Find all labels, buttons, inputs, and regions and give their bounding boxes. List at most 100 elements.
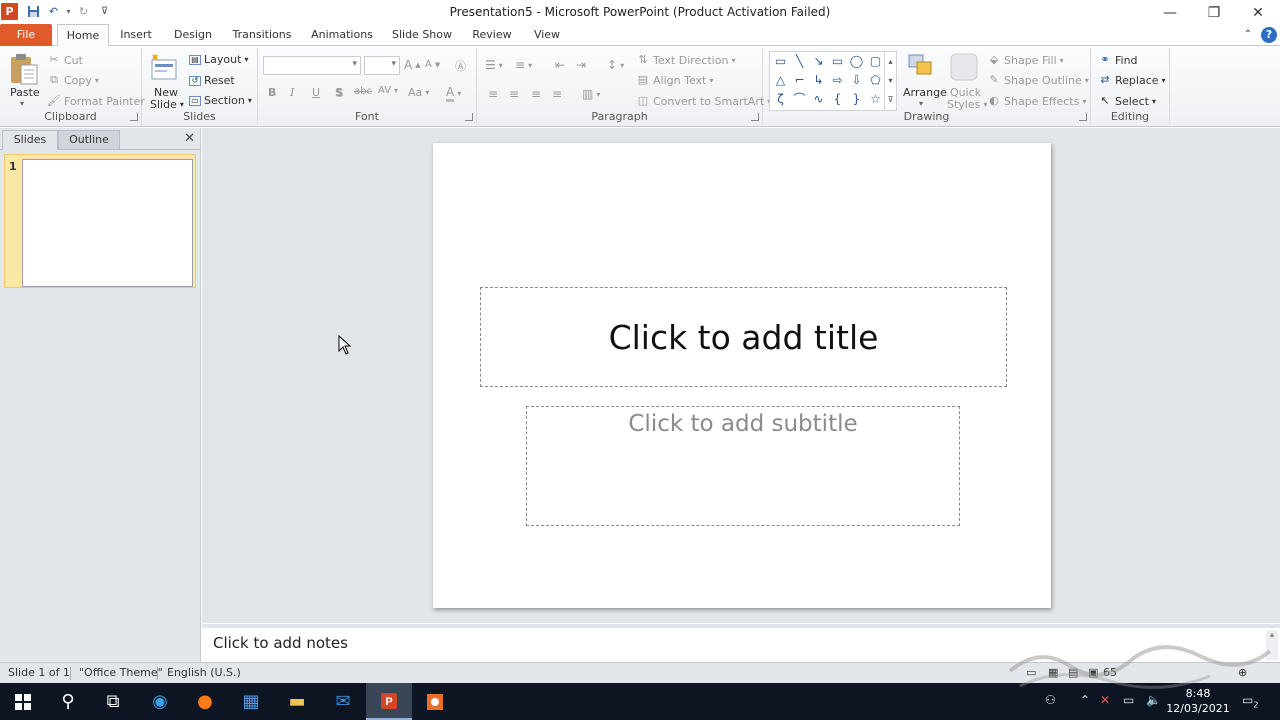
tab-view[interactable]: View (526, 24, 568, 46)
align-text-button[interactable]: ▤ Align Text ▾ (636, 73, 714, 87)
text-direction-button[interactable]: ⇅ Text Direction ▾ (636, 53, 735, 67)
tab-slides-pane[interactable]: Slides (2, 130, 58, 150)
slide-canvas[interactable]: Click to add title Click to add subtitle (433, 143, 1051, 608)
font-name-combo[interactable] (263, 56, 361, 75)
language-status[interactable]: English (U.S.) (167, 666, 241, 679)
tab-slide-show[interactable]: Slide Show (387, 24, 457, 46)
close-button[interactable]: ✕ (1236, 0, 1280, 26)
section-button[interactable]: ▭ Section ▾ (189, 94, 252, 107)
paste-icon[interactable] (8, 52, 40, 85)
freeform-shape-icon[interactable]: ζ (772, 91, 789, 108)
format-painter-button[interactable]: 🖌 Format Painter (47, 94, 145, 108)
rounded-rectangle-shape-icon[interactable]: ▢ (867, 53, 884, 70)
bullets-icon[interactable]: ☰ ▾ (485, 58, 503, 72)
tab-insert[interactable]: Insert (113, 24, 159, 46)
textbox-shape-icon[interactable]: ▭ (772, 53, 789, 70)
convert-smartart-button[interactable]: ◫Convert to SmartArt▾ (636, 94, 771, 108)
line-spacing-icon[interactable]: ↕ ▾ (607, 58, 624, 72)
right-arrow-shape-icon[interactable]: ⇨ (829, 72, 846, 89)
justify-icon[interactable]: ≡ (552, 87, 562, 101)
search-icon[interactable]: ⚲ (45, 683, 91, 720)
shape-effects-button[interactable]: ◐ Shape Effects ▾ (987, 94, 1086, 108)
reset-button[interactable]: ↺ Reset (189, 74, 235, 87)
close-pane-icon[interactable]: ✕ (184, 131, 195, 146)
character-spacing-button[interactable]: AV ▾ (378, 85, 398, 96)
italic-button[interactable]: I (290, 86, 294, 99)
store-icon[interactable]: ▦ (228, 683, 274, 720)
elbow-arrow-shape-icon[interactable]: ↳ (810, 72, 827, 89)
new-slide-icon[interactable] (150, 53, 182, 85)
quick-styles-icon[interactable] (949, 52, 981, 84)
align-right-icon[interactable]: ≡ (531, 87, 541, 101)
paste-button[interactable]: Paste (10, 86, 40, 99)
tab-home[interactable]: Home (57, 24, 109, 47)
align-left-icon[interactable]: ≡ (488, 87, 498, 101)
title-placeholder[interactable]: Click to add title (480, 287, 1007, 387)
arrow-line-shape-icon[interactable]: ↘ (810, 53, 827, 70)
shrink-font-icon[interactable]: A ▼ (425, 59, 440, 70)
tab-animations[interactable]: Animations (307, 24, 377, 46)
strikethrough-button[interactable]: abc (354, 86, 372, 97)
tab-file[interactable]: File (0, 24, 52, 46)
powerpoint-taskbar-icon[interactable]: P (366, 683, 412, 720)
change-case-button[interactable]: Aa ▾ (408, 86, 429, 99)
minimize-button[interactable]: — (1148, 0, 1192, 26)
minimize-ribbon-icon[interactable]: ⌃ (1240, 24, 1256, 46)
font-dialog-launcher[interactable] (465, 113, 473, 121)
clear-formatting-icon[interactable]: Ⓐ (455, 58, 466, 74)
star-shape-icon[interactable]: ☆ (867, 91, 884, 108)
layout-button[interactable]: ▤ Layout ▾ (189, 53, 248, 66)
copy-button[interactable]: ⧉ Copy ▾ (47, 73, 99, 87)
notes-placeholder[interactable]: Click to add notes (213, 634, 348, 652)
font-size-combo[interactable] (364, 56, 400, 75)
shadow-button[interactable]: S (335, 86, 343, 99)
file-explorer-icon[interactable]: ▬ (274, 683, 320, 720)
recorder-app-icon[interactable] (412, 683, 458, 720)
triangle-shape-icon[interactable]: △ (772, 72, 789, 89)
columns-icon[interactable]: ▥ ▾ (582, 87, 600, 101)
help-icon[interactable]: ? (1261, 27, 1277, 43)
restore-button[interactable]: ❐ (1192, 0, 1236, 26)
underline-button[interactable]: U (312, 86, 320, 99)
slide-editing-area[interactable]: Click to add title Click to add subtitle (202, 128, 1280, 623)
find-button[interactable]: ⚭ Find (1098, 53, 1137, 67)
decrease-indent-icon[interactable]: ⇤ (555, 58, 565, 72)
rectangle-shape-icon[interactable]: ▭ (829, 53, 846, 70)
clipboard-dialog-launcher[interactable] (130, 113, 138, 121)
arrange-dropdown-icon[interactable]: ▾ (919, 99, 923, 108)
tab-design[interactable]: Design (168, 24, 218, 46)
shapes-scroll-icon[interactable]: ▴ ▾ ⊽ (884, 52, 896, 110)
slide-thumbnail-item[interactable]: 1 (4, 154, 196, 288)
bold-button[interactable]: B (268, 86, 276, 99)
tab-transitions[interactable]: Transitions (228, 24, 296, 46)
subtitle-placeholder[interactable]: Click to add subtitle (526, 406, 960, 526)
tab-review[interactable]: Review (468, 24, 516, 46)
drawing-dialog-launcher[interactable] (1079, 113, 1087, 121)
font-color-button[interactable]: A ▾ (446, 85, 461, 102)
replace-button[interactable]: ⇄ Replace ▾ (1098, 73, 1165, 87)
edge-browser-icon[interactable]: ◉ (137, 683, 183, 720)
align-center-icon[interactable]: ≡ (509, 87, 519, 101)
pentagon-shape-icon[interactable]: ⬠ (867, 72, 884, 89)
firefox-icon[interactable]: ● (182, 683, 228, 720)
tab-outline-pane[interactable]: Outline (58, 130, 120, 150)
select-button[interactable]: ↖ Select ▾ (1098, 94, 1156, 108)
curve-shape-icon[interactable]: ∿ (810, 91, 827, 108)
numbering-icon[interactable]: ≡ ▾ (515, 58, 532, 72)
theme-status[interactable]: "Office Theme" (79, 666, 163, 679)
paste-dropdown-icon[interactable]: ▾ (20, 99, 24, 108)
arrange-button[interactable]: Arrange (903, 86, 947, 99)
arc-shape-icon[interactable]: ⌒ (791, 91, 808, 108)
shape-outline-button[interactable]: ✎ Shape Outline ▾ (987, 73, 1088, 87)
right-brace-shape-icon[interactable]: } (848, 91, 865, 108)
windows-start-icon[interactable] (0, 683, 46, 720)
mail-icon[interactable]: ✉ (320, 683, 366, 720)
grow-font-icon[interactable]: A ▲ (404, 58, 421, 72)
task-view-icon[interactable]: ⧉ (90, 683, 136, 720)
cut-button[interactable]: ✂ Cut (47, 53, 83, 67)
shape-fill-button[interactable]: ⬙ Shape Fill ▾ (987, 53, 1064, 67)
shapes-gallery[interactable]: ▭ ╲ ↘ ▭ ◯ ▢ △ ⌐ ↳ ⇨ ⇩ ⬠ ζ ⌒ ∿ { } ☆ ▴ ▾ ⊽ (769, 51, 897, 111)
down-arrow-shape-icon[interactable]: ⇩ (848, 72, 865, 89)
oval-shape-icon[interactable]: ◯ (848, 53, 865, 70)
paragraph-dialog-launcher[interactable] (751, 113, 759, 121)
